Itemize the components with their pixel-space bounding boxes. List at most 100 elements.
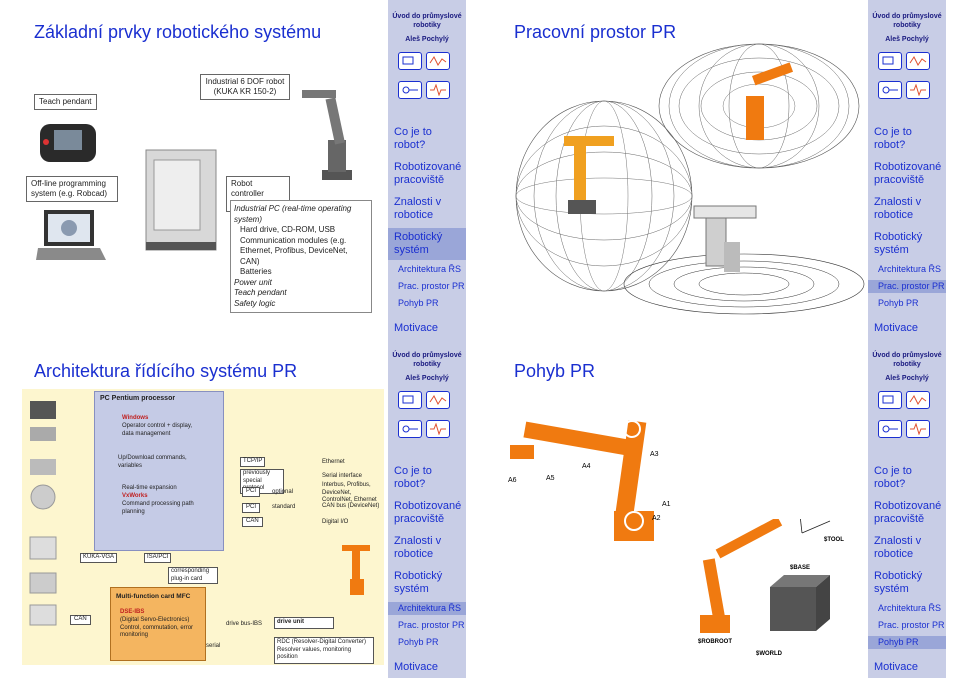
sidebar-menu: Co je to robot? Robotizované pracoviště … (868, 126, 946, 335)
teach-pendant-label: Teach pendant (34, 94, 97, 110)
document-icon[interactable] (878, 52, 902, 70)
sidebar-menu: Co je to robot? Robotizované pracoviště … (388, 465, 466, 674)
slide-basic-elements: Základní prvky robotického systému Teach… (0, 0, 480, 339)
menu-what-is-robot[interactable]: Co je to robot? (868, 126, 946, 152)
workspace-wireframe-figure (515, 43, 865, 315)
menu-workspace[interactable]: Prac. prostor PR (868, 280, 946, 293)
circuit-icon[interactable] (398, 420, 422, 438)
signal-icon[interactable] (906, 81, 930, 99)
sidebar-icon-grid (396, 52, 458, 110)
pentium-box (94, 391, 224, 551)
rt-expansion-label: Real-time expansion (122, 485, 177, 491)
menu-workspace[interactable]: Prac. prostor PR (388, 280, 466, 293)
menu-motivation[interactable]: Motivace (388, 661, 466, 674)
circuit-icon[interactable] (878, 420, 902, 438)
menu-motivation[interactable]: Motivace (388, 322, 466, 335)
graph-icon[interactable] (906, 52, 930, 70)
menu-architecture[interactable]: Architektura ŘS (388, 602, 466, 615)
pci-box-2: PCI (242, 503, 261, 513)
circuit-icon[interactable] (878, 81, 902, 99)
menu-motivation[interactable]: Motivace (868, 661, 946, 674)
windows-label: Windows (122, 415, 149, 421)
axis-label-a4: A4 (582, 463, 591, 470)
author-name: Aleš Pochylý (405, 375, 449, 382)
circuit-icon[interactable] (398, 81, 422, 99)
menu-robotic-system[interactable]: Robotický systém (388, 228, 466, 260)
menu-robotized-workplace[interactable]: Robotizované pracoviště (388, 500, 466, 526)
spec-comm-modules: Communication modules (e.g. Ethernet, Pr… (240, 235, 348, 266)
spec-industrial-pc: Industrial PC (real-time operating syste… (234, 204, 352, 224)
optional-label: optional (272, 489, 294, 495)
slide-workspace: Pracovní prostor PR Úvod do průmyslové r… (480, 0, 960, 339)
ethernet-label: Ethernet (322, 459, 345, 465)
drive-unit-box: drive unit (274, 617, 334, 629)
digital-io-label: Digital I/O (322, 519, 349, 525)
document-icon[interactable] (398, 391, 422, 409)
menu-workspace[interactable]: Prac. prostor PR (388, 619, 466, 632)
slide-title: Architektura řídícího systému PR (34, 361, 298, 381)
vxworks-label: VxWorks (122, 493, 148, 499)
menu-knowledge[interactable]: Znalosti v robotice (388, 196, 466, 222)
signal-icon[interactable] (426, 81, 450, 99)
frame-world-label: $WORLD (756, 651, 782, 657)
spec-safety-logic: Safety logic (234, 298, 276, 308)
menu-motivation[interactable]: Motivace (868, 322, 946, 335)
sidebar-header: Úvod do průmyslové robotiky Aleš Pochylý (388, 351, 466, 383)
graph-icon[interactable] (906, 391, 930, 409)
menu-motion[interactable]: Pohyb PR (868, 297, 946, 310)
author-name: Aleš Pochylý (885, 36, 929, 43)
menu-architecture[interactable]: Architektura ŘS (388, 263, 466, 276)
vxworks-description: Command processing path planning (122, 501, 194, 515)
frame-base-label: $BASE (790, 565, 811, 571)
signal-icon[interactable] (906, 420, 930, 438)
menu-architecture[interactable]: Architektura ŘS (868, 602, 946, 615)
axis-label-a5: A5 (546, 475, 555, 482)
standard-label: standard (272, 504, 296, 510)
menu-motion[interactable]: Pohyb PR (868, 636, 946, 649)
robot-system-figure: Teach pendant Industrial 6 DOF robot (KU… (22, 68, 372, 314)
menu-motion[interactable]: Pohyb PR (388, 297, 466, 310)
windows-description: Operator control + display, data managem… (122, 423, 193, 437)
axis-label-a6: A6 (508, 477, 517, 484)
teach-pendant-image (40, 124, 96, 162)
menu-what-is-robot[interactable]: Co je to robot? (868, 465, 946, 491)
navigation-sidebar: Úvod do průmyslové robotiky Aleš Pochylý… (388, 339, 466, 678)
graph-icon[interactable] (426, 52, 450, 70)
spec-hard-drive: Hard drive, CD-ROM, USB (240, 225, 336, 234)
sidebar-menu: Co je to robot? Robotizované pracoviště … (388, 126, 466, 335)
architecture-diagram: PC Pentium processor Windows Operator co… (22, 389, 384, 665)
drive-bus-label: drive bus-IBS (226, 621, 263, 627)
spec-batteries: Batteries (240, 267, 272, 276)
serial-label: serial (206, 643, 221, 649)
dse-description: (Digital Servo-Electronics) Control, com… (120, 617, 194, 638)
menu-what-is-robot[interactable]: Co je to robot? (388, 126, 466, 152)
menu-workspace[interactable]: Prac. prostor PR (868, 619, 946, 632)
menu-robotized-workplace[interactable]: Robotizované pracoviště (868, 500, 946, 526)
course-title: Úvod do průmyslové robotiky (392, 352, 462, 368)
navigation-sidebar: Úvod do průmyslové robotiky Aleš Pochylý… (868, 0, 946, 339)
isa-pci-box: ISA/PCI (144, 553, 172, 563)
graph-icon[interactable] (426, 391, 450, 409)
document-icon[interactable] (878, 391, 902, 409)
menu-knowledge[interactable]: Znalosti v robotice (868, 196, 946, 222)
menu-architecture[interactable]: Architektura ŘS (868, 263, 946, 276)
course-title: Úvod do průmyslové robotiky (872, 13, 942, 29)
mfc-label: Multi-function card MFC (116, 593, 191, 600)
menu-robotic-system[interactable]: Robotický systém (868, 567, 946, 599)
orange-robot-thumbnail (342, 545, 370, 595)
menu-knowledge[interactable]: Znalosti v robotice (388, 535, 466, 561)
menu-robotic-system[interactable]: Robotický systém (388, 567, 466, 599)
menu-knowledge[interactable]: Znalosti v robotice (868, 535, 946, 561)
menu-motion[interactable]: Pohyb PR (388, 636, 466, 649)
menu-what-is-robot[interactable]: Co je to robot? (388, 465, 466, 491)
navigation-sidebar: Úvod do průmyslové robotiky Aleš Pochylý… (868, 339, 946, 678)
sidebar-header: Úvod do průmyslové robotiky Aleš Pochylý (868, 12, 946, 44)
menu-robotic-system[interactable]: Robotický systém (868, 228, 946, 260)
menu-robotized-workplace[interactable]: Robotizované pracoviště (868, 161, 946, 187)
signal-icon[interactable] (426, 420, 450, 438)
document-icon[interactable] (398, 52, 422, 70)
menu-robotized-workplace[interactable]: Robotizované pracoviště (388, 161, 466, 187)
sidebar-header: Úvod do průmyslové robotiky Aleš Pochylý (868, 351, 946, 383)
serial-interface-label: Serial interface (322, 473, 363, 479)
sidebar-icon-grid (876, 52, 938, 110)
